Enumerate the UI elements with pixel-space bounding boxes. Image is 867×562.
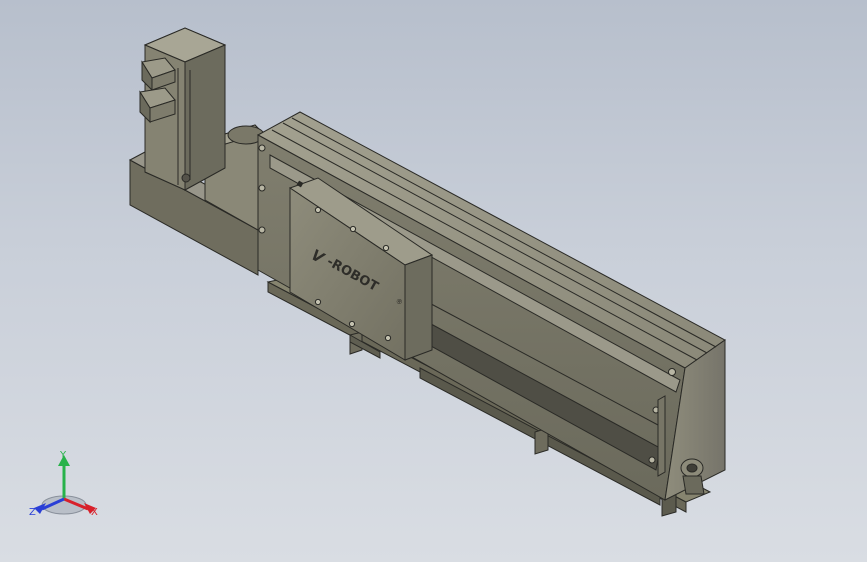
stepper-motor (139, 27, 227, 191)
z-axis-label: Z (29, 507, 36, 518)
coordinate-triad[interactable]: Y X Z (29, 450, 98, 518)
linear-actuator-model[interactable]: V -ROBOT ® Y X Z (0, 0, 867, 562)
x-axis-label: X (91, 507, 98, 518)
y-axis-label: Y (59, 450, 67, 461)
cad-viewport[interactable]: V -ROBOT ® Y X Z (0, 0, 867, 562)
